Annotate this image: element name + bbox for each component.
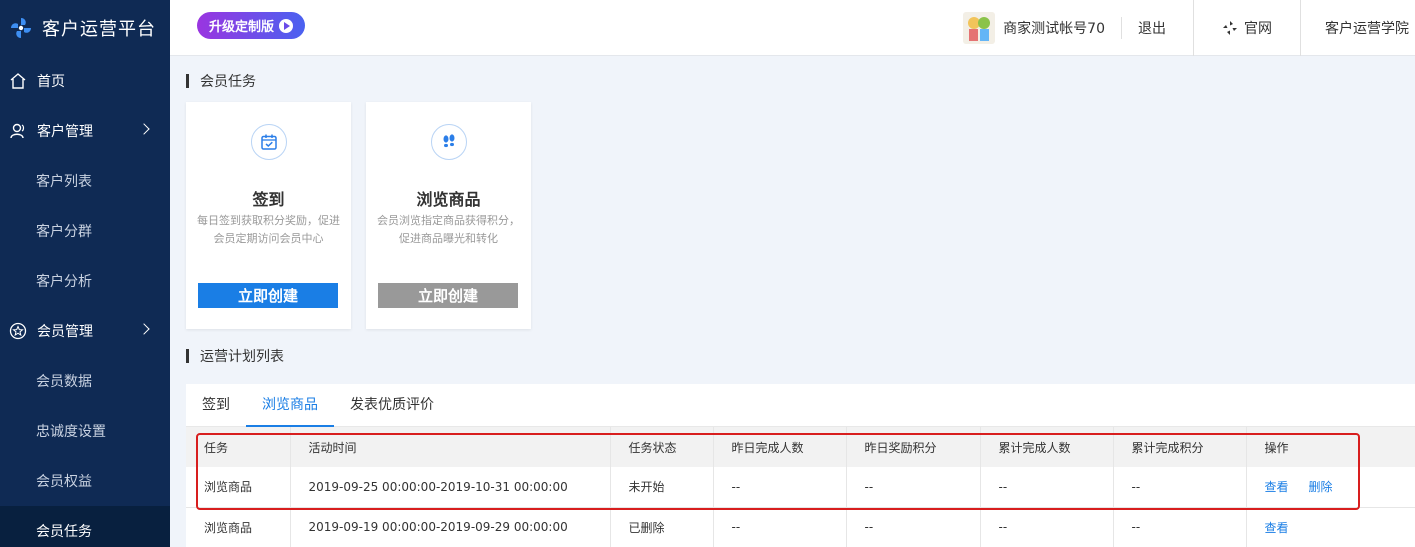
sidebar-item-customer-management[interactable]: 客户管理 bbox=[0, 106, 170, 156]
task-card-browse: 浏览商品 会员浏览指定商品获得积分，促进商品曝光和转化 立即创建 bbox=[366, 102, 531, 329]
sidebar-item-member-tasks[interactable]: 会员任务 bbox=[0, 506, 170, 547]
logo-icon bbox=[11, 18, 31, 38]
section-title: 运营计划列表 bbox=[186, 346, 284, 366]
card-description: 会员浏览指定商品获得积分，促进商品曝光和转化 bbox=[377, 214, 520, 245]
app-title: 客户运营平台 bbox=[42, 19, 156, 40]
card-title: 浏览商品 bbox=[416, 190, 481, 209]
avatar[interactable] bbox=[963, 12, 996, 44]
view-link[interactable]: 查看 bbox=[1265, 521, 1289, 535]
section-title-text: 会员任务 bbox=[200, 74, 256, 90]
tab-checkin[interactable]: 签到 bbox=[186, 384, 246, 426]
sidebar: 首页 客户管理 客户列表 客户分群 客户分析 会员管理 会员数据 忠诚度设置 会… bbox=[0, 56, 170, 547]
cell-total-users: -- bbox=[980, 507, 1114, 547]
header-right: 商家测试帐号70 退出 官网 客户运营学院 bbox=[963, 0, 1415, 56]
cell-total-points: -- bbox=[1113, 507, 1247, 547]
account-name[interactable]: 商家测试帐号70 bbox=[1003, 18, 1105, 38]
tab-browse-products[interactable]: 浏览商品 bbox=[246, 384, 334, 427]
cell-time: 2019-09-19 00:00:00-2019-09-29 00:00:00 bbox=[290, 507, 611, 547]
users-icon bbox=[10, 123, 25, 139]
logout-link[interactable]: 退出 bbox=[1122, 18, 1193, 38]
sidebar-item-customer-list[interactable]: 客户列表 bbox=[0, 156, 170, 206]
table-row: 浏览商品 2019-09-19 00:00:00-2019-09-29 00:0… bbox=[186, 507, 1415, 547]
footprints-icon bbox=[431, 124, 467, 160]
calendar-check-icon bbox=[251, 124, 287, 160]
sidebar-item-member-benefits[interactable]: 会员权益 bbox=[0, 456, 170, 506]
aperture-icon bbox=[1223, 21, 1237, 35]
sidebar-item-member-management[interactable]: 会员管理 bbox=[0, 306, 170, 356]
create-checkin-button[interactable]: 立即创建 bbox=[198, 283, 338, 308]
sidebar-item-customer-analysis[interactable]: 客户分析 bbox=[0, 256, 170, 306]
academy-link[interactable]: 客户运营学院 bbox=[1301, 18, 1415, 38]
tab-bar: 签到 浏览商品 发表优质评价 bbox=[186, 384, 1415, 427]
sidebar-item-home[interactable]: 首页 bbox=[0, 56, 170, 106]
star-icon bbox=[9, 322, 27, 340]
official-site-label: 官网 bbox=[1244, 21, 1272, 37]
upgrade-label: 升级定制版 bbox=[208, 20, 274, 35]
highlight-box bbox=[196, 433, 1360, 510]
card-title: 签到 bbox=[252, 190, 285, 209]
sidebar-item-label: 首页 bbox=[37, 74, 65, 90]
cell-actions: 查看 bbox=[1246, 507, 1415, 547]
top-header: 客户运营平台 升级定制版 商家测试帐号70 退出 官网 客户运营学院 bbox=[0, 0, 1415, 56]
cell-yesterday-users: -- bbox=[713, 507, 847, 547]
upgrade-button[interactable]: 升级定制版 bbox=[197, 12, 305, 39]
sidebar-item-loyalty-settings[interactable]: 忠诚度设置 bbox=[0, 406, 170, 456]
create-browse-button[interactable]: 立即创建 bbox=[378, 283, 518, 308]
sidebar-item-label: 会员管理 bbox=[37, 324, 93, 340]
cell-status: 已删除 bbox=[610, 507, 714, 547]
chevron-right-icon bbox=[138, 323, 150, 335]
chevron-right-icon bbox=[138, 123, 150, 135]
play-icon bbox=[279, 18, 293, 33]
card-description: 每日签到获取积分奖励，促进会员定期访问会员中心 bbox=[197, 214, 340, 245]
sidebar-item-customer-groups[interactable]: 客户分群 bbox=[0, 206, 170, 256]
cell-task: 浏览商品 bbox=[186, 507, 291, 547]
logo-area[interactable]: 客户运营平台 bbox=[0, 0, 170, 56]
home-icon bbox=[10, 73, 26, 89]
task-card-checkin: 签到 每日签到获取积分奖励，促进会员定期访问会员中心 立即创建 bbox=[186, 102, 351, 329]
official-site-link[interactable]: 官网 bbox=[1194, 18, 1300, 38]
section-title-text: 运营计划列表 bbox=[200, 349, 284, 365]
sidebar-item-member-data[interactable]: 会员数据 bbox=[0, 356, 170, 406]
title-bar bbox=[186, 349, 189, 363]
tab-quality-review[interactable]: 发表优质评价 bbox=[334, 384, 450, 426]
sidebar-item-label: 客户管理 bbox=[37, 124, 93, 140]
section-title: 会员任务 bbox=[186, 71, 256, 91]
cell-yesterday-points: -- bbox=[846, 507, 981, 547]
title-bar bbox=[186, 74, 189, 88]
